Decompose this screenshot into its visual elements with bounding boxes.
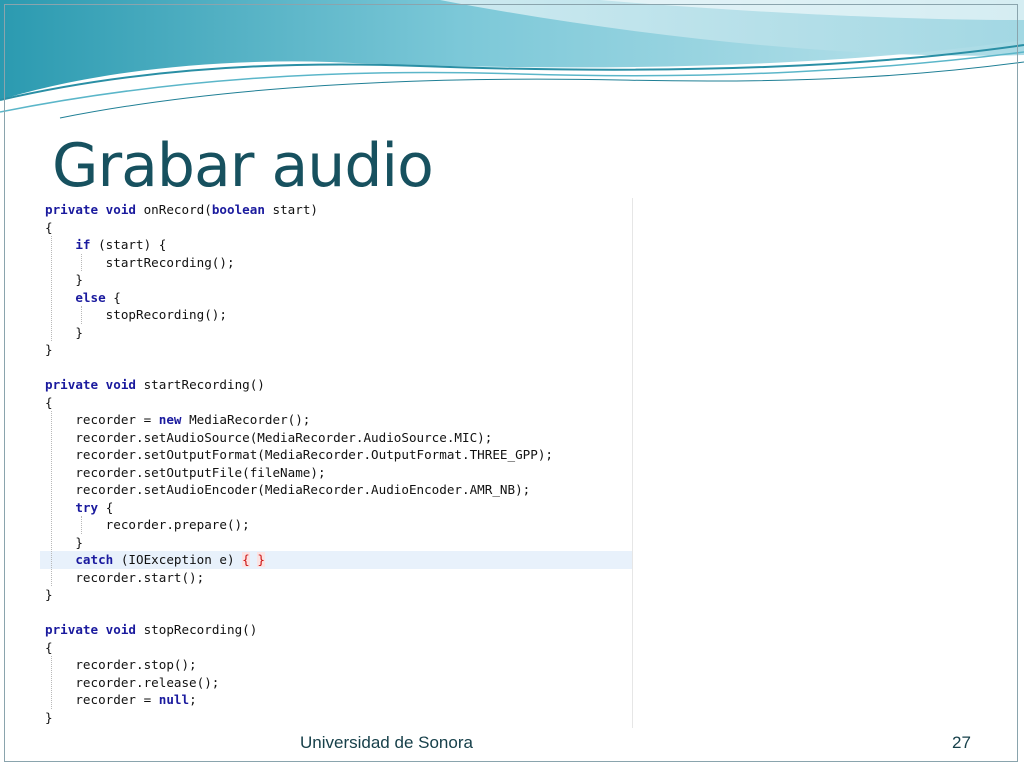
code-line: recorder.setAudioEncoder(MediaRecorder.A… xyxy=(40,481,632,499)
code-line: stopRecording(); xyxy=(40,306,632,324)
code-text: recorder.start(); xyxy=(45,569,205,585)
code-line: } xyxy=(40,324,632,342)
code-line: } xyxy=(40,709,632,727)
footer-institution: Universidad de Sonora xyxy=(300,733,473,752)
code-text: (IOException e) xyxy=(120,552,243,567)
code-line: recorder = null; xyxy=(40,691,632,709)
code-line: { xyxy=(40,219,632,237)
code-line: private void startRecording() xyxy=(40,376,632,394)
code-text: { xyxy=(45,219,53,235)
code-text: recorder = xyxy=(45,692,159,707)
code-line: recorder.prepare(); xyxy=(40,516,632,534)
indent-guide xyxy=(81,516,83,534)
code-text: } xyxy=(45,709,53,725)
code-text: (start) { xyxy=(98,237,167,252)
page-number: 27 xyxy=(952,733,971,752)
code-keyword: new xyxy=(158,412,190,427)
code-text: { xyxy=(45,639,53,655)
code-line: recorder.setOutputFile(fileName); xyxy=(40,464,632,482)
code-text: stopRecording() xyxy=(143,622,258,637)
code-text: } xyxy=(45,587,53,602)
code-line: recorder = new MediaRecorder(); xyxy=(40,411,632,429)
code-keyword: private void xyxy=(45,622,144,637)
code-text: { xyxy=(105,499,114,515)
slide-title: Grabar audio xyxy=(52,131,434,201)
code-line: } xyxy=(40,271,632,289)
code-line: } xyxy=(40,341,632,359)
code-keyword: catch xyxy=(75,552,121,567)
code-panel: private void onRecord(boolean start){ if… xyxy=(40,198,633,728)
code-line: } xyxy=(40,534,632,552)
code-line: if (start) { xyxy=(40,236,632,254)
code-keyword: try xyxy=(75,499,106,515)
code-text: recorder.release(); xyxy=(45,674,220,690)
indent-guide xyxy=(81,306,83,324)
code-text: recorder.stop(); xyxy=(45,657,197,672)
code-text: startRecording(); xyxy=(45,254,235,270)
code-line: recorder.start(); xyxy=(40,569,632,587)
code-line: else { xyxy=(40,289,632,307)
matched-brace: } xyxy=(257,552,265,567)
code-line: private void onRecord(boolean start) xyxy=(40,201,632,219)
code-line: recorder.setOutputFormat(MediaRecorder.O… xyxy=(40,446,632,464)
code-text: recorder.setAudioSource(MediaRecorder.Au… xyxy=(45,429,493,445)
code-keyword: null xyxy=(158,692,190,707)
code-text: { xyxy=(45,394,53,410)
code-text: stopRecording(); xyxy=(45,307,227,322)
code-line: startRecording(); xyxy=(40,254,632,272)
indent-guide xyxy=(51,656,52,709)
code-line: catch (IOException e) { } xyxy=(40,551,632,569)
code-text: recorder = xyxy=(45,412,159,427)
code-text: { xyxy=(113,289,121,305)
code-text: recorder.setOutputFormat(MediaRecorder.O… xyxy=(45,447,553,462)
code-text: start) xyxy=(272,202,319,217)
indent-guide xyxy=(81,253,83,271)
code-keyword: else xyxy=(75,289,114,305)
code-line: recorder.release(); xyxy=(40,674,632,692)
code-text: onRecord( xyxy=(143,202,212,217)
code-line: private void stopRecording() xyxy=(40,621,632,639)
code-text: MediaRecorder(); xyxy=(189,412,311,427)
code-text: ; xyxy=(189,692,197,707)
indent-guide xyxy=(51,411,52,586)
code-keyword: private void xyxy=(45,202,144,217)
code-line: { xyxy=(40,639,632,657)
code-keyword: boolean xyxy=(211,202,273,217)
code-text: } xyxy=(45,342,53,357)
code-text: recorder.prepare(); xyxy=(45,517,250,532)
code-keyword: private void xyxy=(45,377,144,392)
matched-brace: { xyxy=(242,552,250,567)
code-line: recorder.stop(); xyxy=(40,656,632,674)
code-text: recorder.setOutputFile(fileName); xyxy=(45,464,326,480)
code-text: startRecording() xyxy=(143,377,265,392)
indent-guide xyxy=(51,236,52,341)
code-line: { xyxy=(40,394,632,412)
code-line: recorder.setAudioSource(MediaRecorder.Au… xyxy=(40,429,632,447)
code-line: try { xyxy=(40,499,632,517)
code-keyword: if xyxy=(75,237,99,252)
code-text: recorder.setAudioEncoder(MediaRecorder.A… xyxy=(45,482,531,497)
code-line: } xyxy=(40,586,632,604)
